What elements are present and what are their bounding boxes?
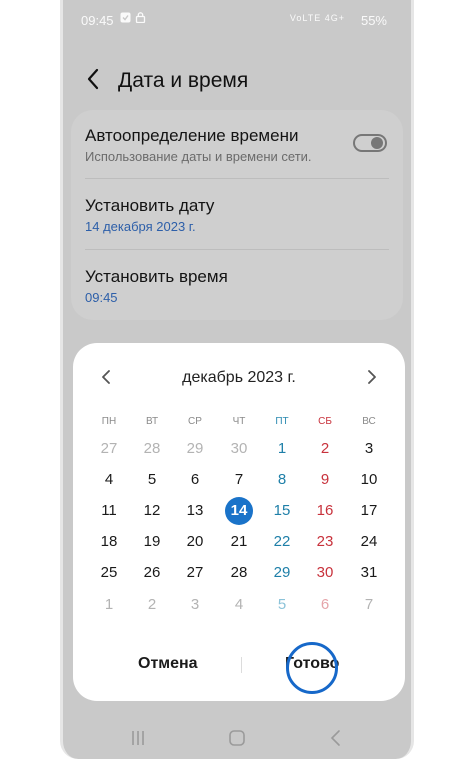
- divider: [85, 249, 389, 250]
- status-time: 09:45: [81, 13, 114, 28]
- set-time-row[interactable]: Установить время 09:45: [85, 267, 389, 305]
- calendar-day[interactable]: 2: [311, 435, 339, 463]
- set-date-title: Установить дату: [85, 196, 215, 215]
- calendar-day[interactable]: 1: [268, 435, 296, 463]
- toggle-knob: [371, 137, 383, 149]
- cancel-button[interactable]: Отмена: [138, 655, 198, 673]
- set-date-row[interactable]: Установить дату 14 декабря 2023 г.: [85, 196, 389, 234]
- calendar-day[interactable]: 11: [95, 497, 123, 525]
- battery-level: 55%: [360, 13, 387, 28]
- calendar-day[interactable]: 24: [355, 528, 383, 556]
- calendar-day[interactable]: 28: [225, 559, 253, 587]
- calendar-day[interactable]: 4: [95, 466, 123, 494]
- weekday-label: ПТ: [275, 416, 289, 427]
- phone-screen: 09:45 VoLTE 4G+ 55% Дата и время Автоопр…: [60, 0, 414, 759]
- button-divider: [241, 657, 242, 673]
- calendar-day[interactable]: 2: [138, 591, 166, 619]
- network-indicator: VoLTE 4G+: [289, 13, 345, 23]
- calendar-day[interactable]: 19: [138, 528, 166, 556]
- calendar-day[interactable]: 18: [95, 528, 123, 556]
- set-time-title: Установить время: [85, 267, 228, 286]
- weekday-label: ЧТ: [232, 416, 246, 427]
- weekday-label: ПН: [101, 416, 117, 427]
- calendar-day[interactable]: 23: [311, 528, 339, 556]
- calendar-day[interactable]: 29: [268, 559, 296, 587]
- lock-icon: [135, 12, 146, 23]
- calendar-day[interactable]: 9: [311, 466, 339, 494]
- system-navigation-bar: [63, 719, 411, 759]
- calendar-day[interactable]: 5: [268, 591, 296, 619]
- calendar-day[interactable]: 30: [225, 435, 253, 463]
- back-arrow-icon[interactable]: [83, 66, 105, 92]
- calendar-day[interactable]: 28: [138, 435, 166, 463]
- settings-card: Автоопределение времени Использование да…: [71, 110, 403, 320]
- calendar-day[interactable]: 15: [268, 497, 296, 525]
- calendar-day[interactable]: 26: [138, 559, 166, 587]
- calendar-day[interactable]: 3: [181, 591, 209, 619]
- calendar-day[interactable]: 31: [355, 559, 383, 587]
- calendar-day[interactable]: 20: [181, 528, 209, 556]
- calendar-day[interactable]: 4: [225, 591, 253, 619]
- weekday-label: ВТ: [145, 416, 159, 427]
- calendar-day[interactable]: 30: [311, 559, 339, 587]
- calendar-day[interactable]: 29: [181, 435, 209, 463]
- calendar-day[interactable]: 10: [355, 466, 383, 494]
- calendar-day[interactable]: 13: [181, 497, 209, 525]
- calendar-day[interactable]: 21: [225, 528, 253, 556]
- calendar-day[interactable]: 25: [95, 559, 123, 587]
- calendar-day[interactable]: 17: [355, 497, 383, 525]
- date-picker-dialog: декабрь 2023 г. ПН ВТ СР ЧТ ПТ СБ ВС 27 28 29 30 1…: [73, 343, 405, 701]
- divider: [85, 178, 389, 179]
- calendar-day[interactable]: 3: [355, 435, 383, 463]
- calendar-day[interactable]: 22: [268, 528, 296, 556]
- auto-time-row[interactable]: Автоопределение времени Использование да…: [85, 126, 389, 164]
- calendar-day[interactable]: 27: [95, 435, 123, 463]
- system-back-icon[interactable]: [329, 729, 343, 747]
- header: Дата и время: [63, 58, 411, 102]
- calendar-day[interactable]: 6: [181, 466, 209, 494]
- tap-highlight-ring: [286, 642, 338, 694]
- selected-day[interactable]: 14: [225, 497, 253, 525]
- chevron-right-icon[interactable]: [357, 363, 385, 391]
- auto-time-toggle[interactable]: [353, 134, 387, 152]
- calendar-day[interactable]: 27: [181, 559, 209, 587]
- calendar-day[interactable]: 7: [355, 591, 383, 619]
- recent-apps-icon[interactable]: [130, 729, 146, 747]
- calendar-day[interactable]: 1: [95, 591, 123, 619]
- calendar-day[interactable]: 6: [311, 591, 339, 619]
- status-bar: 09:45 VoLTE 4G+ 55%: [63, 0, 411, 38]
- notification-icon: [120, 12, 131, 23]
- calendar-day[interactable]: 7: [225, 466, 253, 494]
- set-time-value: 09:45: [85, 290, 118, 305]
- page-title: Дата и время: [118, 69, 249, 92]
- weekday-label: ВС: [362, 416, 376, 427]
- home-icon[interactable]: [228, 729, 246, 747]
- calendar-day[interactable]: 8: [268, 466, 296, 494]
- weekday-label: СР: [188, 416, 202, 427]
- calendar-day[interactable]: 12: [138, 497, 166, 525]
- weekday-label: СБ: [318, 416, 332, 427]
- calendar-day[interactable]: 5: [138, 466, 166, 494]
- auto-time-subtitle: Использование даты и времени сети.: [85, 149, 312, 164]
- calendar-day[interactable]: 16: [311, 497, 339, 525]
- month-label: декабрь 2023 г.: [182, 369, 296, 386]
- auto-time-title: Автоопределение времени: [85, 126, 299, 145]
- set-date-value: 14 декабря 2023 г.: [85, 219, 196, 234]
